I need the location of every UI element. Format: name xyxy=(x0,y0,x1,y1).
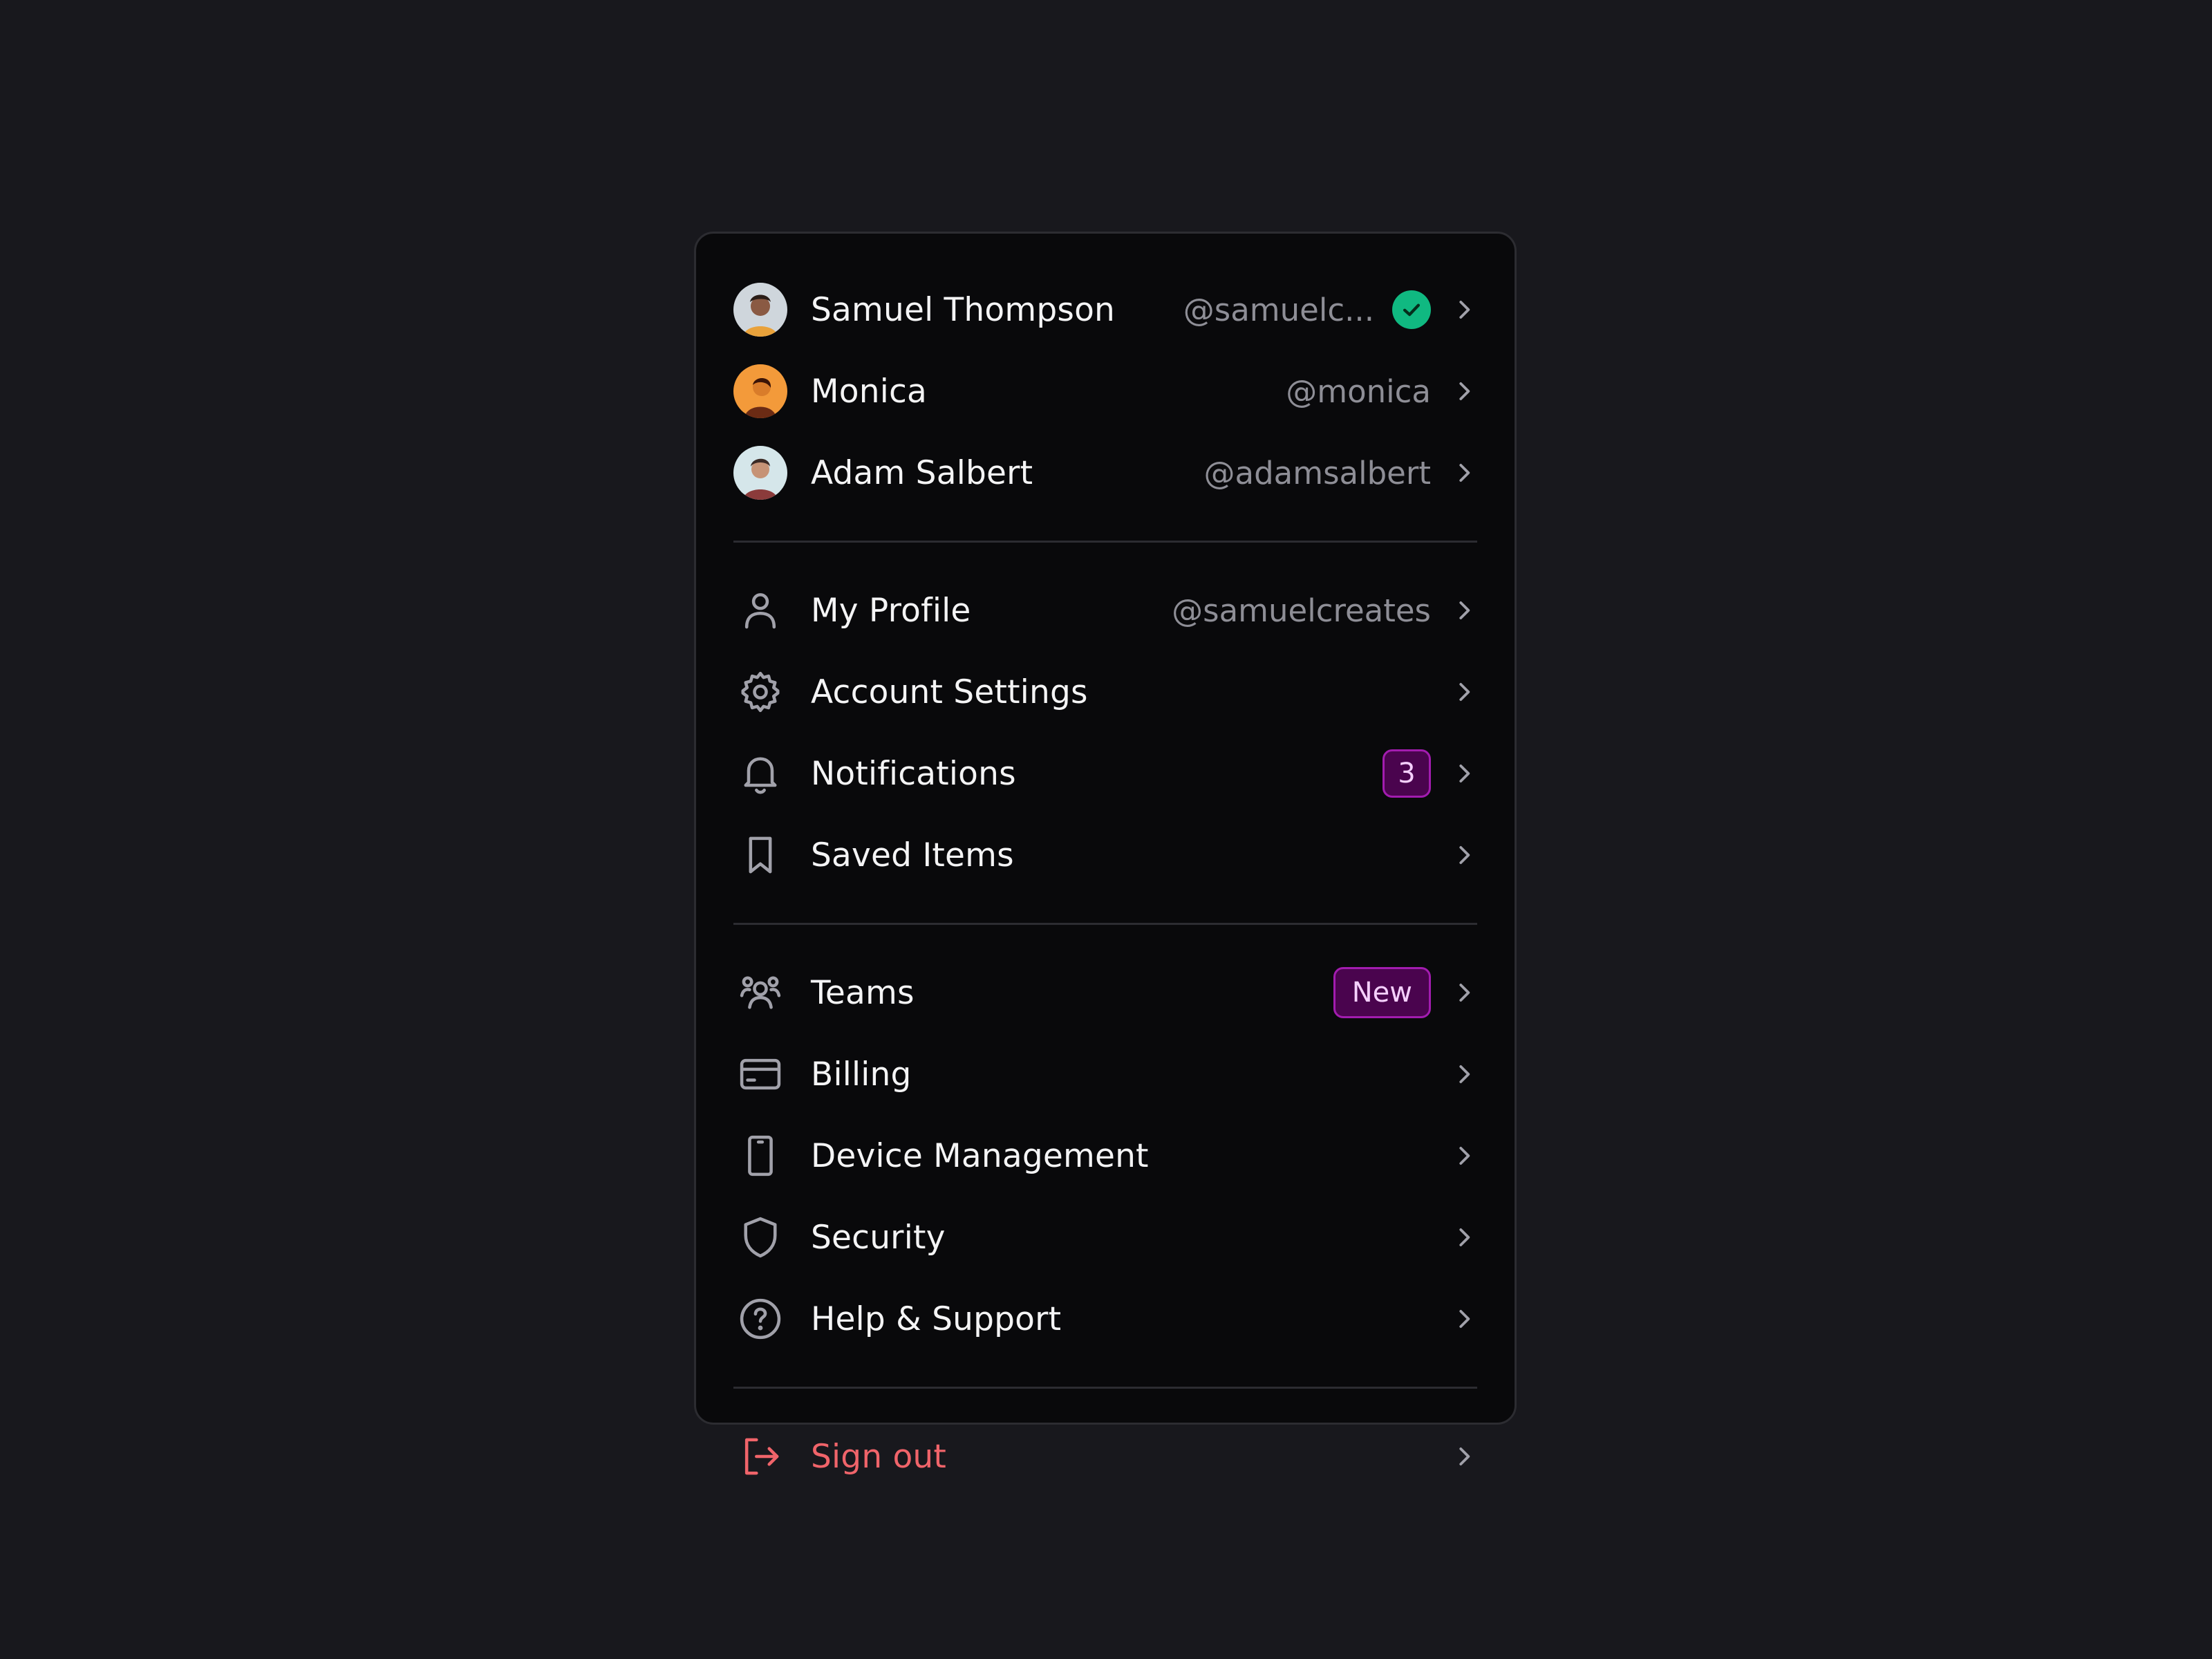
account-handle: @monica xyxy=(1286,373,1431,410)
account-menu: Samuel Thompson @samuelc... Monica @moni… xyxy=(694,232,1517,1476)
avatar-wrap xyxy=(733,283,787,337)
menu-item-label: Teams xyxy=(811,973,915,1012)
account-handle: @adamsalbert xyxy=(1203,454,1431,491)
menu-item-label: Notifications xyxy=(811,754,1016,793)
avatar-wrap xyxy=(733,446,787,500)
chevron-right-icon xyxy=(1449,595,1479,626)
smartphone-icon xyxy=(733,1129,787,1183)
notification-count-badge: 3 xyxy=(1382,749,1431,798)
menu-item-label: Saved Items xyxy=(811,836,1014,874)
credit-card-icon xyxy=(733,1047,787,1101)
menu-item-help-support[interactable]: Help & Support xyxy=(733,1278,1477,1360)
account-name: Monica xyxy=(811,372,927,411)
chevron-right-icon xyxy=(1449,1304,1479,1334)
menu-item-security[interactable]: Security xyxy=(733,1197,1477,1278)
new-badge: New xyxy=(1333,967,1431,1018)
bookmark-icon xyxy=(733,828,787,882)
shield-icon xyxy=(733,1210,787,1264)
menu-item-label: Help & Support xyxy=(811,1300,1062,1338)
chevron-right-icon xyxy=(1449,294,1479,325)
avatar xyxy=(733,364,787,418)
users-icon xyxy=(733,966,787,1020)
chevron-right-icon xyxy=(1449,376,1479,406)
menu-item-label: Device Management xyxy=(811,1136,1149,1175)
chevron-right-icon xyxy=(1449,840,1479,870)
divider xyxy=(733,923,1477,925)
sign-out-label: Sign out xyxy=(811,1437,947,1476)
divider xyxy=(733,541,1477,543)
menu-item-account-settings[interactable]: Account Settings xyxy=(733,651,1477,733)
account-row-adam[interactable]: Adam Salbert @adamsalbert xyxy=(733,432,1477,514)
chevron-right-icon xyxy=(1449,758,1479,789)
account-name: Samuel Thompson xyxy=(811,290,1116,329)
menu-item-notifications[interactable]: Notifications 3 xyxy=(733,733,1477,814)
account-handle: @samuelc... xyxy=(1183,291,1374,328)
menu-item-label: My Profile xyxy=(811,591,971,630)
log-out-icon xyxy=(733,1430,787,1483)
avatar-wrap xyxy=(733,364,787,418)
profile-handle: @samuelcreates xyxy=(1172,592,1431,629)
chevron-right-icon xyxy=(1449,1441,1479,1472)
sign-out-button[interactable]: Sign out xyxy=(733,1416,1477,1497)
menu-item-label: Account Settings xyxy=(811,673,1088,711)
account-row-samuel[interactable]: Samuel Thompson @samuelc... xyxy=(733,269,1477,350)
gear-icon xyxy=(733,665,787,719)
menu-item-label: Security xyxy=(811,1218,946,1257)
avatar xyxy=(733,283,787,337)
chevron-right-icon xyxy=(1449,977,1479,1008)
chevron-right-icon xyxy=(1449,1141,1479,1171)
menu-item-teams[interactable]: Teams New xyxy=(733,952,1477,1033)
user-icon xyxy=(733,583,787,637)
account-name: Adam Salbert xyxy=(811,453,1033,492)
account-row-monica[interactable]: Monica @monica xyxy=(733,350,1477,432)
chevron-right-icon xyxy=(1449,1059,1479,1089)
chevron-right-icon xyxy=(1449,677,1479,707)
chevron-right-icon xyxy=(1449,458,1479,488)
avatar xyxy=(733,446,787,500)
menu-item-device-management[interactable]: Device Management xyxy=(733,1115,1477,1197)
menu-item-saved-items[interactable]: Saved Items xyxy=(733,814,1477,896)
bell-icon xyxy=(733,747,787,800)
menu-item-billing[interactable]: Billing xyxy=(733,1033,1477,1115)
help-circle-icon xyxy=(733,1292,787,1346)
menu-item-my-profile[interactable]: My Profile @samuelcreates xyxy=(733,570,1477,651)
verified-check-icon xyxy=(1392,290,1431,329)
chevron-right-icon xyxy=(1449,1222,1479,1253)
menu-item-label: Billing xyxy=(811,1055,912,1094)
divider xyxy=(733,1387,1477,1389)
